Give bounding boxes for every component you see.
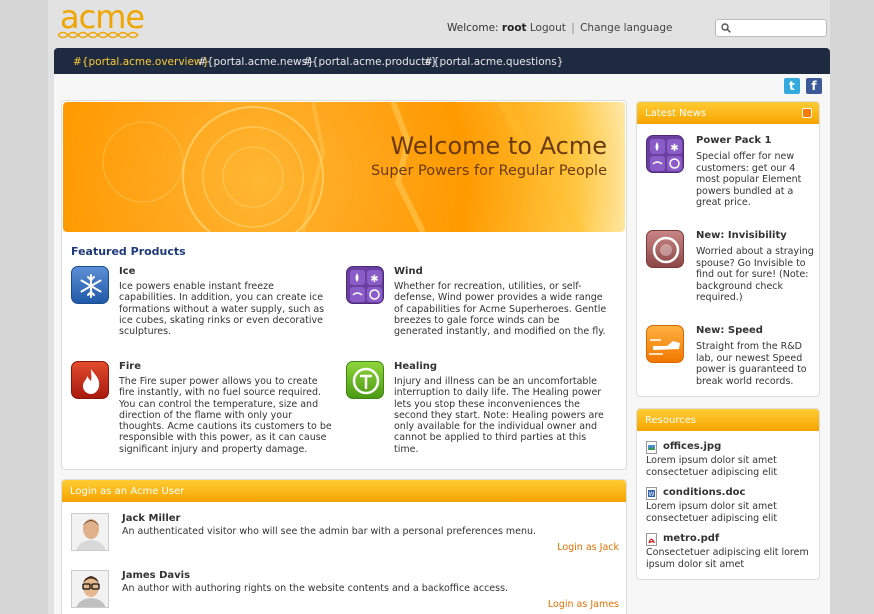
invisibility-icon [646,230,684,268]
main-panel: Welcome to Acme Super Powers for Regular… [61,100,627,470]
welcome-banner: Welcome to Acme Super Powers for Regular… [63,102,625,232]
healing-icon [346,361,384,399]
main-nav: #{portal.acme.overview} #{portal.acme.ne… [54,48,830,74]
svg-text:W: W [649,491,655,498]
nav-item-news[interactable]: #{portal.acme.news} [198,56,314,68]
product-desc: Whether for recreation, utilities, or se… [394,281,607,338]
login-as-james-link[interactable]: Login as James [548,599,619,610]
username: root [501,22,527,34]
snowflake-icon [71,266,109,304]
user-jack: Jack Miller An authenticated visitor who… [62,513,626,568]
top-bar: acme Welcome: root Logout | Change langu… [48,0,830,48]
svg-text:✱: ✱ [670,143,678,154]
news-desc: Straight from the R&D lab, our newest Sp… [696,341,807,387]
product-desc: Ice powers enable instant freeze capabil… [119,281,325,338]
resource-name: metro.pdf [663,533,720,544]
banner-title: Welcome to Acme [390,132,607,160]
content-area: t f Welcome to Acme Super Powers for Reg… [54,74,830,614]
user-name: James Davis [122,570,191,581]
resources-panel: Resources offices.jpg Lorem ipsum dolor … [636,408,820,580]
login-panel: Login as an Acme User Jack Miller An aut… [61,479,627,614]
user-desc: An authenticated visitor who will see th… [122,526,537,537]
logout-link[interactable]: Logout [530,22,566,34]
nav-item-overview[interactable]: #{portal.acme.overview} [73,56,209,68]
resource-name: offices.jpg [663,441,722,452]
login-panel-title: Login as an Acme User [62,480,626,502]
news-title: New: Invisibility [696,230,787,241]
login-as-jack-link[interactable]: Login as Jack [557,542,619,553]
user-desc: An author with authoring rights on the w… [122,583,509,594]
avatar [71,513,109,551]
resource-desc: Lorem ipsum dolor sit amet consectetuer … [646,455,778,478]
product-name: Ice [119,266,136,277]
page: acme Welcome: root Logout | Change langu… [48,0,830,614]
speed-icon [646,325,684,363]
search-icon [721,23,731,33]
resource-name: conditions.doc [663,487,746,498]
doc-file-icon: W [646,487,657,500]
element-icon: ✱ [646,135,684,173]
product-name: Healing [394,361,438,372]
avatar [71,570,109,608]
twitter-icon[interactable]: t [783,78,800,94]
nav-item-questions[interactable]: #{portal.acme.questions} [424,56,563,68]
latest-news-panel: Latest News ✱ Power Pack 1 Special offer… [636,101,820,397]
pdf-file-icon [646,533,657,546]
user-name: Jack Miller [122,513,181,524]
user-james: James Davis An author with authoring rig… [62,570,626,614]
latest-news-title: Latest News [637,102,819,124]
product-name: Fire [119,361,141,372]
rss-icon[interactable] [802,108,812,118]
welcome-label: Welcome: [447,22,499,34]
social-links: t f [781,78,822,94]
nav-item-products[interactable]: #{portal.acme.products} [303,56,437,68]
facebook-icon[interactable]: f [806,78,822,94]
element-icon: ✱ [346,266,384,304]
resources-title: Resources [637,409,819,431]
news-desc: Worried about a straying spouse? Go Invi… [696,246,814,303]
search-box[interactable] [715,19,827,37]
news-desc: Special offer for new customers: get our… [696,151,802,208]
acme-logo[interactable]: acme [58,0,148,42]
flame-icon [71,361,109,399]
search-input[interactable] [736,21,824,35]
featured-products-title: Featured Products [71,245,186,258]
welcome-area: Welcome: root Logout | Change language [447,22,673,34]
resource-desc: Lorem ipsum dolor sit amet consectetuer … [646,501,778,524]
product-desc: The Fire super power allows you to creat… [119,376,332,455]
image-file-icon [646,441,657,454]
dna-logo-icon [58,31,139,39]
resource-desc: Consectetuer adipiscing elit lorem ipsum… [646,547,809,570]
svg-text:✱: ✱ [370,274,378,285]
banner-subtitle: Super Powers for Regular People [370,163,607,179]
news-title: Power Pack 1 [696,135,772,146]
product-desc: Injury and illness can be an uncomfortab… [394,376,604,455]
change-language-link[interactable]: Change language [580,22,672,34]
separator: | [571,22,575,34]
news-title: New: Speed [696,325,763,336]
product-name: Wind [394,266,423,277]
